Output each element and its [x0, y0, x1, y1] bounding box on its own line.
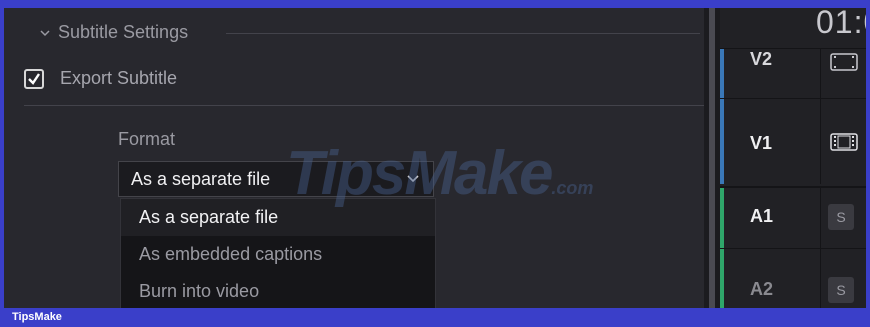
panel-splitter[interactable] — [704, 8, 720, 308]
export-subtitle-checkbox[interactable] — [24, 68, 44, 89]
subtitle-settings-panel: Subtitle Settings Export Subtitle Format… — [4, 8, 704, 308]
splitter-handle[interactable] — [709, 8, 715, 308]
track-color-accent — [720, 188, 724, 248]
track-name: V2 — [750, 49, 773, 69]
subtitle-settings-header[interactable]: Subtitle Settings — [40, 22, 188, 43]
track-color-accent — [720, 49, 724, 98]
row-divider — [24, 105, 704, 106]
checkmark-icon — [28, 72, 40, 85]
track-name: A2 — [750, 279, 774, 299]
chevron-down-icon — [407, 175, 419, 183]
header-divider — [226, 33, 700, 34]
track-a1[interactable]: A1 S — [720, 186, 866, 248]
solo-button[interactable]: S — [828, 204, 854, 230]
track-header-divider — [820, 188, 821, 248]
track-color-accent — [720, 249, 724, 308]
format-select-value: As a separate file — [131, 168, 271, 189]
solo-button[interactable]: S — [828, 277, 854, 303]
track-header-divider — [820, 249, 821, 308]
track-header-divider — [820, 49, 821, 98]
chevron-down-icon — [40, 29, 50, 36]
footer-brand: TipsMake — [12, 311, 62, 323]
track-a2[interactable]: A2 S — [720, 248, 866, 308]
film-strip-icon[interactable] — [830, 53, 858, 71]
film-strip-icon[interactable] — [830, 133, 858, 151]
track-name: A1 — [750, 206, 774, 226]
track-color-accent — [720, 99, 724, 184]
format-select[interactable]: As a separate file — [118, 161, 434, 197]
watermark-suffix: .com — [551, 178, 594, 198]
format-option-embedded-captions[interactable]: As embedded captions — [121, 236, 435, 273]
track-v1[interactable]: V1 — [720, 98, 866, 184]
track-v2[interactable]: V2 — [720, 48, 866, 98]
format-option-burn-into-video[interactable]: Burn into video — [121, 273, 435, 308]
track-header-divider — [820, 99, 821, 184]
footer-bar: TipsMake — [0, 308, 870, 327]
track-name: V1 — [750, 133, 773, 153]
timecode-display: 01:0 — [816, 8, 866, 40]
export-subtitle-row: Export Subtitle — [24, 68, 177, 89]
format-label: Format — [118, 129, 176, 149]
export-subtitle-label: Export Subtitle — [60, 68, 178, 88]
section-title: Subtitle Settings — [58, 22, 189, 42]
format-option-separate-file[interactable]: As a separate file — [121, 199, 435, 236]
timeline-track-headers: 01:0 V2 V1 A1 S A2 S — [720, 8, 866, 308]
format-dropdown-menu: As a separate file As embedded captions … — [120, 198, 436, 308]
